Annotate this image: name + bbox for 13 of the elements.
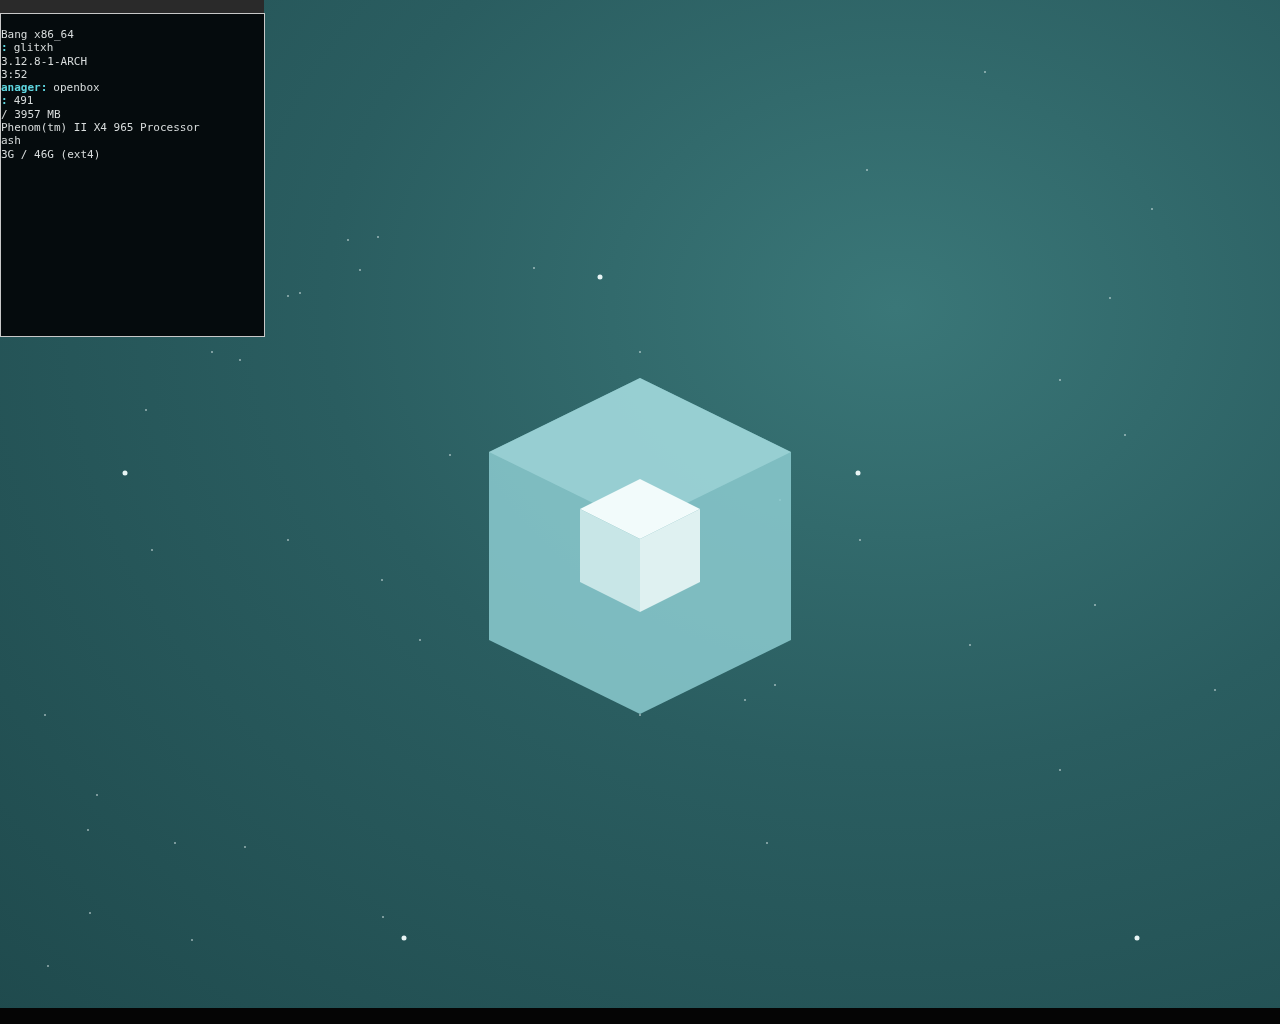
terminal-text: ash bbox=[1, 134, 21, 148]
terminal-text: 491 bbox=[13, 94, 34, 108]
terminal-text: Phenom(tm) II X4 965 Processor bbox=[1, 121, 200, 135]
terminal-key: : bbox=[1, 94, 8, 108]
terminal-text: 3.12.8-1-ARCH bbox=[1, 54, 88, 68]
terminal-text: 3G / 46G (ext4) bbox=[1, 147, 101, 161]
terminal-key: anager: bbox=[1, 81, 48, 95]
terminal-text: openbox bbox=[53, 81, 100, 95]
terminal-text: glitxh bbox=[13, 41, 54, 55]
terminal-text: Bang x86_64 bbox=[1, 28, 74, 42]
terminal-key: : bbox=[1, 41, 8, 55]
terminal-text: 3:52 bbox=[1, 67, 28, 82]
terminal-text: / 3957 MB bbox=[1, 107, 61, 122]
